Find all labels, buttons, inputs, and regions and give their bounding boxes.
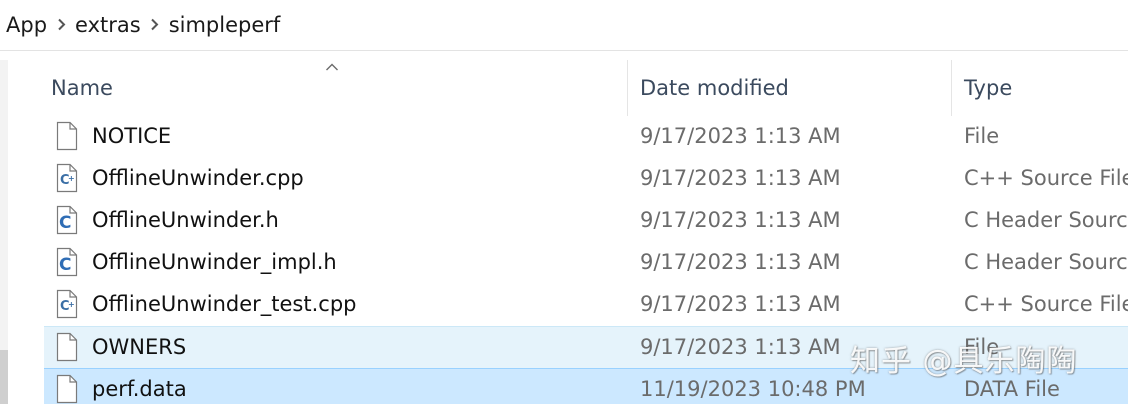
file-row[interactable]: C OfflineUnwinder_impl.h 9/17/2023 1:13 AM… (44, 242, 1128, 284)
file-name: OfflineUnwinder_test.cpp (92, 292, 357, 316)
scrollbar-thumb[interactable] (0, 350, 8, 404)
file-date-modified: 9/17/2023 1:13 AM (640, 250, 841, 274)
svg-text:C: C (59, 255, 71, 275)
file-name: OfflineUnwinder_impl.h (92, 250, 337, 274)
breadcrumb-item-extras[interactable]: extras (71, 13, 145, 37)
file-type: C Header Source (964, 250, 1128, 274)
cpp-file-icon: C + (56, 163, 78, 193)
file-name: OfflineUnwinder.h (92, 208, 279, 232)
svg-text:C: C (59, 213, 71, 233)
file-row[interactable]: NOTICE 9/17/2023 1:13 AM File (44, 116, 1128, 158)
file-date-modified: 9/17/2023 1:13 AM (640, 124, 841, 148)
file-type: DATA File (964, 377, 1060, 401)
file-type: C++ Source File (964, 166, 1128, 190)
file-name: OWNERS (92, 335, 187, 359)
file-row[interactable]: C OfflineUnwinder.h 9/17/2023 1:13 AM C Hea… (44, 200, 1128, 242)
column-header-name[interactable]: Name (51, 60, 113, 116)
file-date-modified: 9/17/2023 1:13 AM (640, 335, 841, 359)
file-name: NOTICE (92, 124, 172, 148)
breadcrumb: App extras simpleperf (0, 0, 1128, 51)
blank-file-icon (56, 121, 78, 151)
file-type: C++ Source File (964, 292, 1128, 316)
column-header-row: Name Date modified Type (44, 60, 1128, 116)
file-type: File (964, 335, 1000, 359)
file-type: File (964, 124, 1000, 148)
breadcrumb-item-app[interactable]: App (0, 13, 51, 37)
sort-ascending-icon (325, 57, 339, 71)
file-row[interactable]: C + OfflineUnwinder_test.cpp 9/17/2023 1:13… (44, 284, 1128, 326)
column-divider[interactable] (951, 60, 952, 116)
chevron-right-icon[interactable] (145, 16, 165, 35)
c-header-file-icon: C (56, 205, 78, 235)
file-row[interactable]: OWNERS 9/17/2023 1:13 AM File (44, 326, 1128, 368)
vertical-scrollbar[interactable] (0, 60, 8, 404)
file-explorer-window: App extras simpleperf Name Date modified… (0, 0, 1128, 404)
column-header-type[interactable]: Type (964, 60, 1012, 116)
breadcrumb-item-simpleperf[interactable]: simpleperf (165, 13, 285, 37)
file-date-modified: 11/19/2023 10:48 PM (640, 377, 866, 401)
c-header-file-icon: C (56, 247, 78, 277)
blank-file-icon (56, 332, 78, 362)
file-date-modified: 9/17/2023 1:13 AM (640, 292, 841, 316)
column-divider[interactable] (627, 60, 628, 116)
file-date-modified: 9/17/2023 1:13 AM (640, 166, 841, 190)
file-name: OfflineUnwinder.cpp (92, 166, 304, 190)
blank-file-icon (56, 374, 78, 404)
column-header-date[interactable]: Date modified (640, 60, 789, 116)
svg-text:+: + (68, 300, 75, 309)
file-type: C Header Source (964, 208, 1128, 232)
svg-text:+: + (68, 174, 75, 183)
file-list: NOTICE 9/17/2023 1:13 AM File C + OfflineUnwi… (44, 116, 1128, 404)
file-row[interactable]: C + OfflineUnwinder.cpp 9/17/2023 1:13 AM C+… (44, 158, 1128, 200)
file-row[interactable]: perf.data 11/19/2023 10:48 PM DATA File (44, 368, 1128, 404)
file-name: perf.data (92, 377, 187, 401)
chevron-right-icon[interactable] (51, 16, 71, 35)
file-date-modified: 9/17/2023 1:13 AM (640, 208, 841, 232)
cpp-file-icon: C + (56, 289, 78, 319)
